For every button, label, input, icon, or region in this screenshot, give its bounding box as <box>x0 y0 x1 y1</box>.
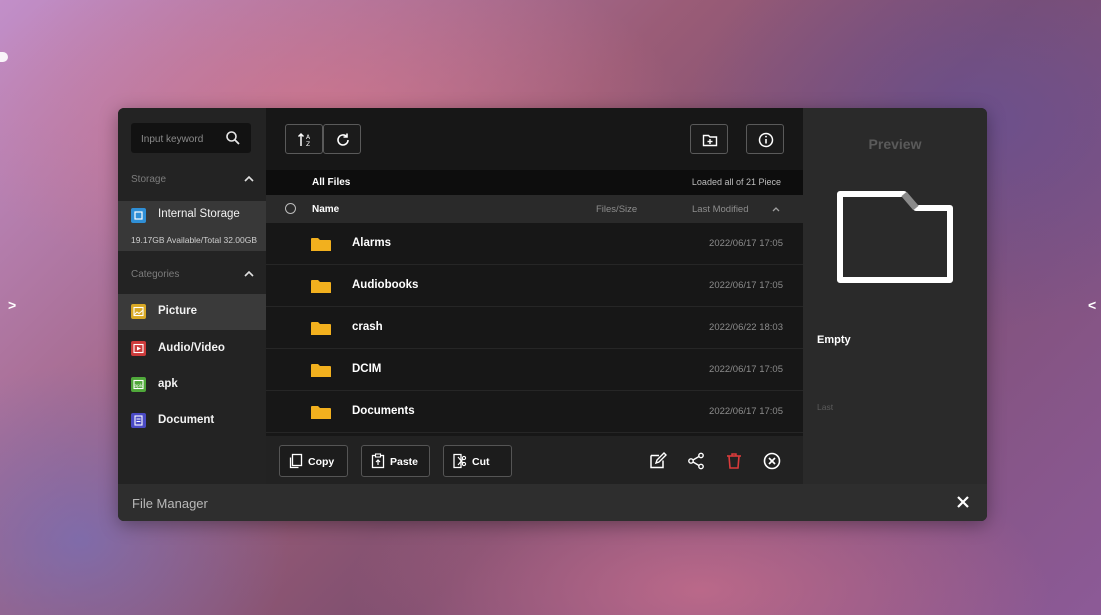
sidebar-item-document[interactable]: Document <box>118 402 266 438</box>
sort-ascending-icon[interactable] <box>771 204 781 214</box>
app-title: File Manager <box>132 496 208 511</box>
size-column-header[interactable]: Files/Size <box>596 204 637 215</box>
categories-header-label: Categories <box>131 269 180 280</box>
storage-label: Internal Storage <box>158 208 240 220</box>
paste-label: Paste <box>390 456 419 468</box>
cut-label: Cut <box>472 456 490 468</box>
cancel-selection-icon[interactable] <box>762 451 782 471</box>
search-icon[interactable] <box>225 130 241 146</box>
chevron-up-icon[interactable] <box>243 173 255 185</box>
desktop-edge-handle[interactable] <box>0 52 8 62</box>
sidebar-item-picture[interactable]: Picture <box>118 294 266 330</box>
refresh-button[interactable] <box>323 124 361 154</box>
category-label: Audio/Video <box>158 342 225 354</box>
preview-title: Preview <box>868 136 922 152</box>
left-edge-arrow[interactable]: > <box>8 297 16 313</box>
categories-section-header[interactable]: Categories <box>131 269 257 283</box>
category-label: Picture <box>158 305 197 317</box>
title-bar: File Manager <box>118 484 987 521</box>
folder-icon <box>311 322 331 335</box>
category-label: apk <box>158 378 178 390</box>
action-bar: Copy Paste Cut <box>266 436 803 484</box>
file-date: 2022/06/17 17:05 <box>709 280 783 291</box>
svg-text:apk: apk <box>134 383 143 389</box>
folder-icon <box>311 238 331 251</box>
svg-text:A: A <box>306 134 311 141</box>
file-date: 2022/06/17 17:05 <box>709 238 783 249</box>
preview-panel: Preview Empty Last <box>803 108 987 484</box>
storage-capacity: 19.17GB Available/Total 32.00GB <box>118 229 266 251</box>
folder-icon <box>311 364 331 377</box>
sort-button[interactable]: AZ <box>285 124 323 154</box>
file-name: Alarms <box>352 237 391 249</box>
preview-last-label: Last <box>817 402 834 412</box>
new-folder-icon <box>702 134 718 147</box>
file-name: crash <box>352 321 383 333</box>
storage-header-label: Storage <box>131 174 167 185</box>
name-column-header[interactable]: Name <box>312 204 339 215</box>
share-icon[interactable] <box>686 451 706 471</box>
info-icon <box>758 132 774 148</box>
modified-column-header[interactable]: Last Modified <box>692 204 749 215</box>
document-icon <box>131 413 146 428</box>
chevron-up-icon[interactable] <box>243 268 255 280</box>
info-button[interactable] <box>746 124 784 154</box>
cut-button[interactable]: Cut <box>443 445 512 477</box>
file-manager-window: Storage Internal Storage 19.17GB Availab… <box>118 108 987 521</box>
path-bar: All Files Loaded all of 21 Piece <box>266 170 803 195</box>
copy-label: Copy <box>308 456 335 468</box>
cut-icon <box>453 453 467 469</box>
file-row[interactable]: Audiobooks 2022/06/17 17:05 <box>266 265 803 307</box>
storage-icon <box>131 208 146 223</box>
refresh-icon <box>337 133 349 146</box>
file-row[interactable]: Documents 2022/06/17 17:05 <box>266 391 803 433</box>
search-box[interactable] <box>131 123 251 155</box>
new-folder-button[interactable] <box>690 124 728 154</box>
file-row[interactable]: Alarms 2022/06/17 17:05 <box>266 223 803 265</box>
copy-button[interactable]: Copy <box>279 445 348 477</box>
category-label: Document <box>158 414 215 426</box>
paste-icon <box>371 453 385 469</box>
copy-icon <box>289 453 303 469</box>
right-edge-arrow[interactable]: < <box>1088 297 1096 313</box>
file-name: DCIM <box>352 363 382 375</box>
paste-button[interactable]: Paste <box>361 445 430 477</box>
sidebar: Storage Internal Storage 19.17GB Availab… <box>118 108 266 484</box>
sidebar-item-audio-video[interactable]: Audio/Video <box>118 330 266 366</box>
sidebar-item-apk[interactable]: apk apk <box>118 366 266 402</box>
close-icon[interactable] <box>955 494 971 510</box>
file-date: 2022/06/17 17:05 <box>709 364 783 375</box>
file-name: Audiobooks <box>352 279 419 291</box>
delete-icon[interactable] <box>724 451 744 471</box>
file-row[interactable]: DCIM 2022/06/17 17:05 <box>266 349 803 391</box>
apk-icon: apk <box>131 377 146 392</box>
folder-preview-icon <box>837 191 953 283</box>
rename-icon[interactable] <box>648 451 668 471</box>
select-all-radio[interactable] <box>285 203 296 214</box>
file-list-panel: AZ All Files Loaded all of 21 Piece Name… <box>266 108 803 484</box>
load-status: Loaded all of 21 Piece <box>691 177 781 187</box>
folder-icon <box>311 406 331 419</box>
breadcrumb[interactable]: All Files <box>312 177 350 188</box>
picture-icon <box>131 304 146 319</box>
storage-section-header[interactable]: Storage <box>131 174 257 188</box>
audio-video-icon <box>131 341 146 356</box>
sort-icon: AZ <box>297 132 311 148</box>
file-date: 2022/06/17 17:05 <box>709 406 783 417</box>
file-date: 2022/06/22 18:03 <box>709 322 783 333</box>
column-header: Name Files/Size Last Modified <box>266 195 803 223</box>
search-input[interactable] <box>139 123 223 155</box>
svg-text:Z: Z <box>306 141 310 148</box>
file-name: Documents <box>352 405 415 417</box>
folder-icon <box>311 280 331 293</box>
file-row[interactable]: crash 2022/06/22 18:03 <box>266 307 803 349</box>
preview-empty-label: Empty <box>817 334 851 346</box>
sidebar-item-internal-storage[interactable]: Internal Storage <box>118 201 266 229</box>
